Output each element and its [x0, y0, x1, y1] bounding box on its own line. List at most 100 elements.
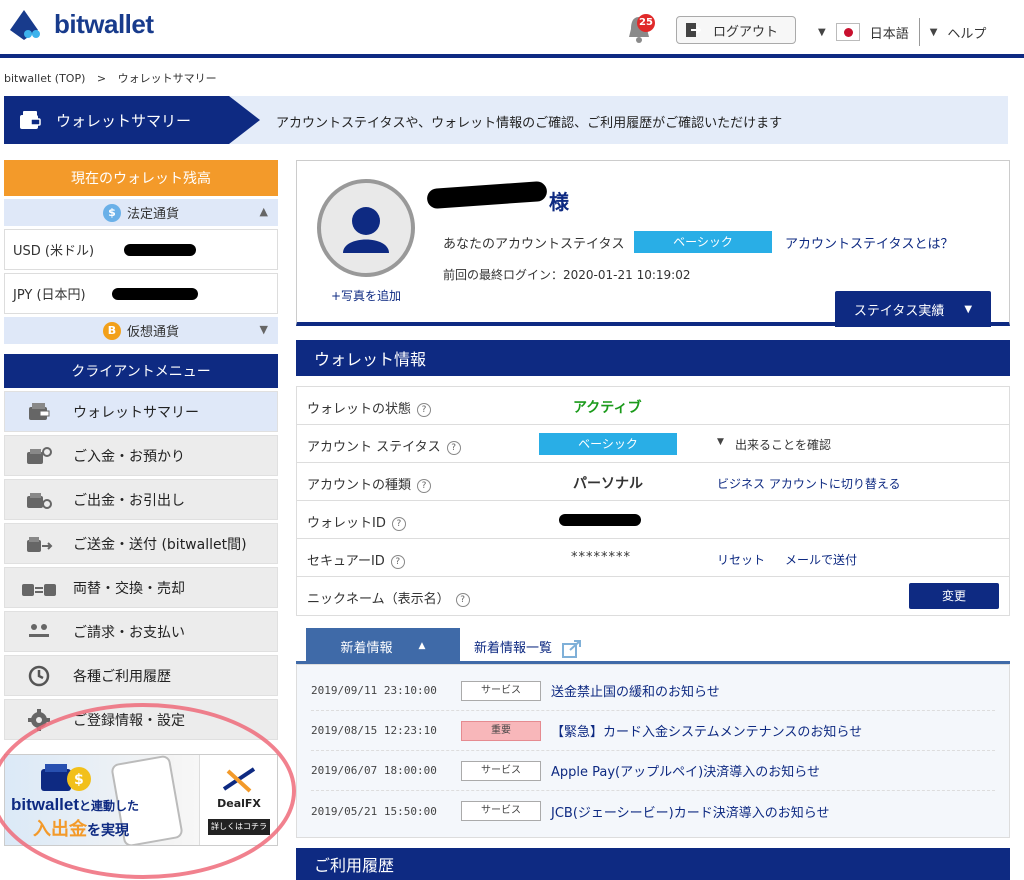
help-dropdown-icon[interactable]: ▼ [930, 27, 938, 38]
menu-item-label: ウォレットサマリー [73, 404, 199, 421]
news-list: 2019/09/11 23:10:00 サービス 送金禁止国の緩和のお知らせ 2… [296, 664, 1010, 838]
add-photo-link[interactable]: +写真を追加 [331, 287, 401, 304]
help-link[interactable]: ヘルプ [947, 23, 986, 42]
chevron-down-icon: ▼ [964, 303, 973, 315]
usd-label: USD (米ドル) [13, 244, 95, 259]
secure-id-mail-link[interactable]: メールで送付 [785, 551, 857, 568]
menu-item-label: 両替・交換・売却 [73, 580, 185, 597]
header-divider [918, 18, 920, 46]
menu-item-label: 各種ご利用履歴 [73, 668, 171, 685]
logout-icon [686, 23, 701, 37]
main-content: +写真を追加 様 あなたのアカウントステイタス ベーシック アカウントステイタス… [296, 160, 1010, 880]
menu-item-label: ご入金・お預かり [73, 448, 185, 465]
user-silhouette-icon [343, 207, 389, 253]
highlight-circle-annotation [0, 703, 296, 879]
news-category-badge: サービス [461, 680, 541, 701]
news-item: 2019/05/21 15:50:00 サービス JCB(ジェーシービー)カード… [311, 791, 995, 831]
bitcoin-coin-icon: B [102, 321, 121, 340]
bitwallet-logo[interactable]: bitwallet [6, 6, 154, 42]
help-icon[interactable]: ? [446, 440, 461, 455]
news-date: 2019/05/21 15:50:00 [311, 804, 437, 818]
help-icon[interactable]: ? [391, 516, 406, 531]
menu-item-exchange[interactable]: 両替・交換・売却 [4, 567, 278, 608]
wallet-info-header: ウォレット情報 [296, 340, 1010, 376]
help-icon[interactable]: ? [455, 592, 470, 607]
language-selector[interactable]: 日本語 [870, 23, 909, 42]
capabilities-link[interactable]: 出来ることを確認 [735, 436, 831, 453]
status-history-button[interactable]: ステイタス実績 ▼ [835, 291, 991, 327]
chevron-up-icon: ▲ [418, 641, 426, 651]
account-status-badge: ベーシック [634, 231, 772, 253]
language-dropdown-icon[interactable]: ▼ [818, 27, 826, 38]
news-date: 2019/09/11 23:10:00 [311, 684, 437, 697]
menu-item-wallet-summary[interactable]: ウォレットサマリー [4, 391, 278, 432]
news-title-link[interactable]: Apple Pay(アップルペイ)決済導入のお知らせ [551, 761, 820, 780]
news-category-badge: サービス [461, 760, 541, 781]
redacted-usd-balance [124, 243, 197, 256]
last-login: 前回の最終ログイン：2020-01-21 10:19:02 [443, 266, 690, 283]
page-title: ウォレットサマリー [56, 111, 192, 130]
news-date: 2019/06/07 18:00:00 [311, 764, 437, 777]
breadcrumb-current: ウォレットサマリー [117, 72, 217, 85]
breadcrumb: bitwallet (TOP) > ウォレットサマリー [4, 70, 217, 86]
nickname-label: ニックネーム（表示名） [307, 592, 450, 607]
menu-item-label: ご送金・送付 (bitwallet間) [73, 536, 247, 553]
news-tab-label: 新着情報 [340, 640, 393, 656]
tab-news[interactable]: 新着情報 ▲ [306, 628, 460, 664]
news-title-link[interactable]: JCB(ジェーシービー)カード決済導入のお知らせ [551, 802, 829, 821]
help-icon[interactable]: ? [417, 478, 432, 493]
japan-flag-icon [835, 23, 860, 41]
balance-header: 現在のウォレット残高 [4, 160, 278, 196]
menu-item-payment[interactable]: ご請求・お支払い [4, 611, 278, 652]
menu-item-history[interactable]: 各種ご利用履歴 [4, 655, 278, 696]
usd-balance-row: USD (米ドル) [4, 229, 278, 270]
help-icon[interactable]: ? [390, 554, 405, 569]
news-category-badge: 重要 [461, 720, 541, 741]
summary-title-tab: ウォレットサマリー [4, 96, 260, 144]
crypto-currency-toggle[interactable]: B 仮想通貨 ▼ [4, 317, 278, 344]
logout-button[interactable]: ログアウト [676, 16, 796, 44]
profile-card: +写真を追加 様 あなたのアカウントステイタス ベーシック アカウントステイタス… [296, 160, 1010, 327]
transfer-icon [27, 536, 53, 552]
news-title-link[interactable]: 【緊急】カード入金システムメンテナンスのお知らせ [551, 721, 862, 740]
breadcrumb-home[interactable]: bitwallet (TOP) [4, 72, 85, 85]
chevron-up-icon: ▲ [259, 205, 268, 218]
help-icon[interactable]: ? [417, 402, 432, 417]
secure-id-value: ******** [571, 550, 631, 565]
nickname-change-button[interactable]: 変更 [909, 583, 999, 609]
bitwallet-logo-icon [10, 10, 40, 40]
logout-label: ログアウト [713, 24, 779, 40]
wallet-icon [20, 111, 41, 129]
menu-item-withdraw[interactable]: ご出金・お引出し [4, 479, 278, 520]
summary-description: アカウントステイタスや、ウォレット情報のご確認、ご利用履歴がご確認いただけます [276, 116, 783, 131]
exchange-icon [22, 583, 56, 596]
secure-id-label: セキュアーID [307, 554, 385, 569]
secure-id-reset-link[interactable]: リセット [717, 551, 765, 568]
account-status-info-link[interactable]: アカウントステイタスとは？ [785, 233, 953, 252]
wallet-icon [29, 402, 50, 420]
status-history-label: ステイタス実績 [853, 303, 945, 319]
fiat-currency-toggle[interactable]: $ 法定通貨 ▲ [4, 199, 278, 226]
menu-item-deposit[interactable]: ご入金・お預かり [4, 435, 278, 476]
news-category-badge: サービス [461, 801, 541, 821]
news-title-link[interactable]: 送金禁止国の緩和のお知らせ [551, 681, 720, 700]
profile-avatar[interactable] [317, 179, 415, 277]
crypto-label: 仮想通貨 [126, 325, 179, 340]
wallet-id-row: ウォレットID? [297, 501, 1009, 539]
account-status-row-badge: ベーシック [539, 433, 677, 455]
withdraw-icon [27, 492, 52, 509]
news-tabs: 新着情報 ▲ 新着情報一覧 [296, 628, 1010, 664]
chevron-down-icon: ▼ [259, 323, 268, 336]
news-list-link[interactable]: 新着情報一覧 [474, 637, 582, 658]
nickname-row: ニックネーム（表示名）? 変更 [297, 577, 1009, 615]
external-link-icon [562, 639, 582, 658]
account-status-label: あなたのアカウントステイタス [443, 237, 625, 252]
wallet-state-value: アクティブ [573, 400, 642, 416]
menu-item-transfer[interactable]: ご送金・送付 (bitwallet間) [4, 523, 278, 564]
chevron-down-icon: ▼ [717, 437, 724, 447]
top-header: bitwallet 25 ログアウト ▼ 日本語 ▼ ヘルプ [0, 0, 1024, 58]
wallet-state-row: ウォレットの状態? アクティブ [297, 387, 1009, 425]
dollar-coin-icon: $ [102, 203, 121, 222]
switch-business-link[interactable]: ビジネス アカウントに切り替える [717, 475, 900, 492]
menu-item-label: ご出金・お引出し [73, 492, 185, 509]
